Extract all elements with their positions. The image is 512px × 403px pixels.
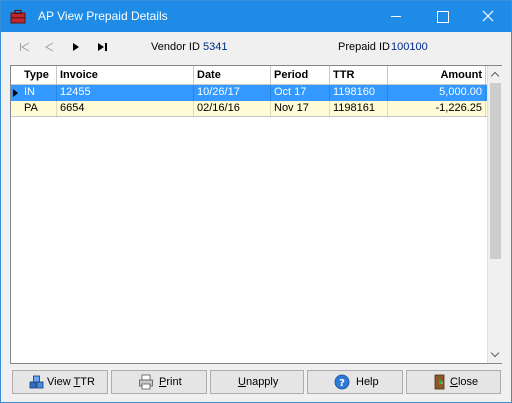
vertical-scrollbar[interactable] bbox=[487, 66, 502, 363]
scroll-up-icon[interactable] bbox=[488, 67, 503, 82]
last-record-icon[interactable] bbox=[95, 40, 109, 54]
vendor-id-label: Vendor ID bbox=[151, 41, 200, 53]
scroll-down-icon[interactable] bbox=[488, 347, 503, 362]
column-header-ttr[interactable]: TTR bbox=[330, 66, 388, 84]
cell-invoice: 12455 bbox=[57, 85, 194, 101]
cell-amount: -1,226.25 bbox=[388, 101, 486, 117]
close-window-button[interactable] bbox=[465, 1, 511, 32]
next-record-icon[interactable] bbox=[69, 40, 83, 54]
unapply-button[interactable]: Unapply bbox=[210, 370, 304, 394]
print-button[interactable]: Print bbox=[111, 370, 207, 394]
help-label: Help bbox=[356, 376, 379, 388]
first-record-icon[interactable] bbox=[18, 40, 32, 54]
cell-ttr: 1198161 bbox=[330, 101, 388, 117]
table-row[interactable]: PA 6654 02/16/16 Nov 17 1198161 -1,226.2… bbox=[11, 101, 487, 117]
title-bar: AP View Prepaid Details bbox=[1, 1, 511, 32]
minimize-button[interactable] bbox=[373, 1, 419, 32]
column-header-invoice[interactable]: Invoice bbox=[57, 66, 194, 84]
prepaid-id-value: 100100 bbox=[391, 41, 428, 53]
cell-type: PA bbox=[21, 101, 57, 117]
record-navigator: Vendor ID 5341 Prepaid ID 100100 bbox=[1, 32, 511, 63]
help-button[interactable]: ? Help bbox=[307, 370, 403, 394]
cell-ttr: 1198160 bbox=[330, 85, 388, 101]
button-bar: View TTR Print Unapply ? Help Close bbox=[1, 367, 511, 403]
close-icon bbox=[482, 10, 494, 22]
cell-date: 10/26/17 bbox=[194, 85, 271, 101]
door-exit-icon bbox=[434, 374, 445, 390]
briefcase-icon bbox=[10, 9, 26, 24]
prepaid-details-grid[interactable]: Type Invoice Date Period TTR Amount IN 1… bbox=[10, 65, 502, 364]
close-label: Close bbox=[450, 376, 479, 388]
table-row[interactable]: IN 12455 10/26/17 Oct 17 1198160 5,000.0… bbox=[11, 85, 487, 101]
current-row-indicator-icon bbox=[13, 89, 18, 97]
column-header-period[interactable]: Period bbox=[271, 66, 330, 84]
svg-text:?: ? bbox=[339, 378, 345, 389]
window-title: AP View Prepaid Details bbox=[38, 9, 168, 23]
column-header-amount[interactable]: Amount bbox=[388, 66, 486, 84]
view-ttr-label: View TTR bbox=[47, 376, 95, 388]
close-button[interactable]: Close bbox=[406, 370, 501, 394]
printer-icon bbox=[139, 374, 153, 390]
vendor-id-value: 5341 bbox=[203, 41, 228, 53]
prepaid-id-label: Prepaid ID bbox=[338, 41, 390, 53]
cell-amount: 5,000.00 bbox=[388, 85, 486, 101]
cell-date: 02/16/16 bbox=[194, 101, 271, 117]
maximize-button[interactable] bbox=[419, 1, 465, 32]
question-icon: ? bbox=[334, 374, 350, 390]
grid-header: Type Invoice Date Period TTR Amount bbox=[11, 66, 487, 85]
cell-period: Nov 17 bbox=[271, 101, 330, 117]
view-ttr-button[interactable]: View TTR bbox=[12, 370, 108, 394]
column-header-date[interactable]: Date bbox=[194, 66, 271, 84]
ap-view-prepaid-window: AP View Prepaid Details Vendor ID 5341 P… bbox=[0, 0, 512, 403]
previous-record-icon[interactable] bbox=[43, 40, 57, 54]
boxes-icon bbox=[29, 375, 44, 389]
scrollbar-thumb[interactable] bbox=[490, 83, 501, 259]
cell-period: Oct 17 bbox=[271, 85, 330, 101]
unapply-label: Unapply bbox=[238, 376, 279, 388]
cell-invoice: 6654 bbox=[57, 101, 194, 117]
cell-type: IN bbox=[21, 85, 57, 101]
column-header-type[interactable]: Type bbox=[21, 66, 57, 84]
print-label: Print bbox=[159, 376, 182, 388]
